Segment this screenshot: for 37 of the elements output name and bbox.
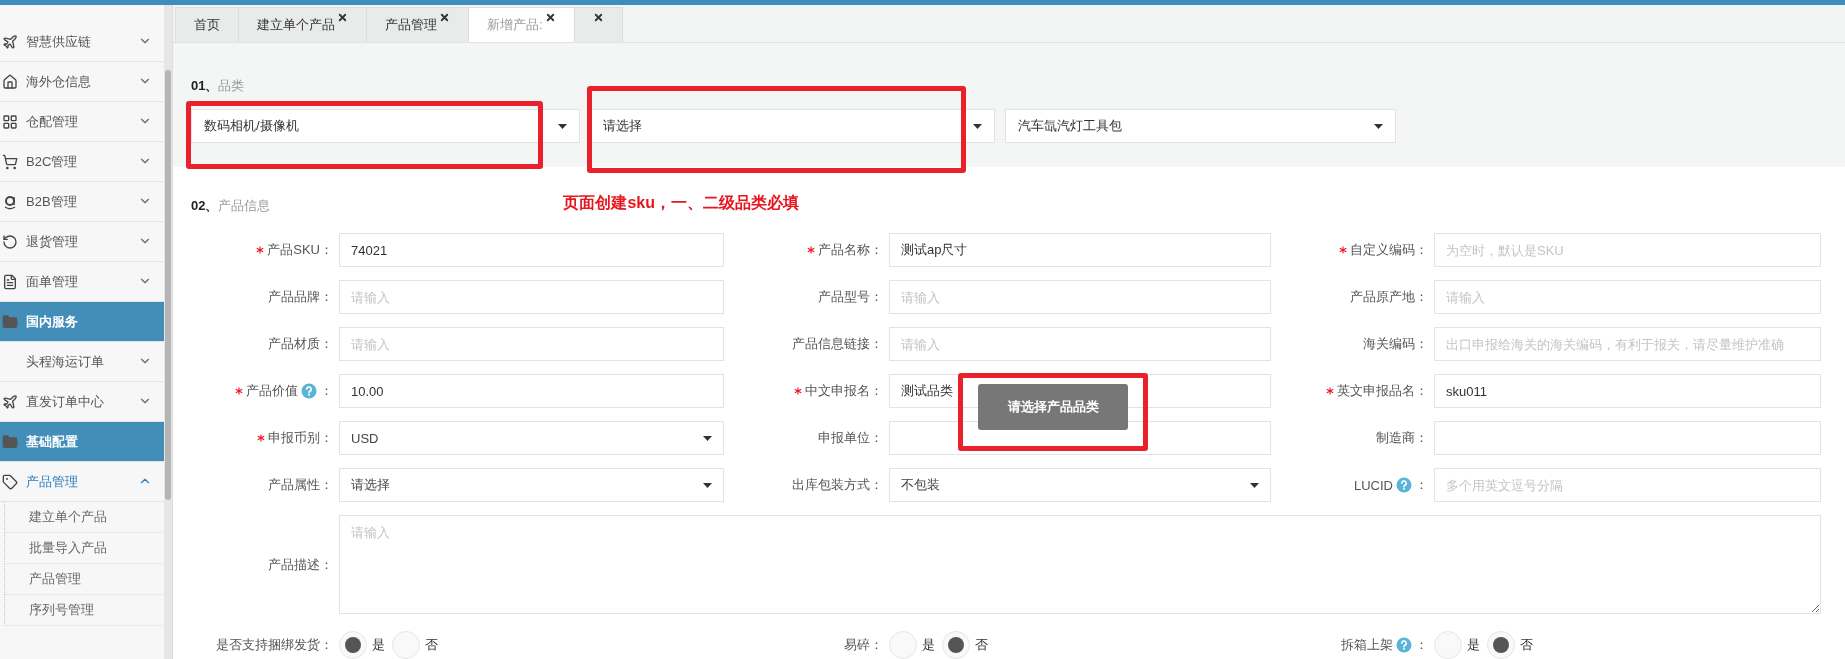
radio-label: 否 <box>1520 636 1533 654</box>
field-label: 申报币别： <box>268 429 333 447</box>
validation-toast: 请选择产品品类 <box>978 384 1128 430</box>
field-label: 海关编码： <box>1363 335 1428 353</box>
label-colon: ： <box>1415 476 1428 494</box>
field-label: 拆箱上架 <box>1341 636 1393 654</box>
field-label: 产品价值 <box>246 382 298 400</box>
annotation-note: 页面创建sku，一、二级品类必填 <box>563 192 800 213</box>
radio-label: 是 <box>1467 636 1480 654</box>
section-number: 02、 <box>191 197 219 215</box>
field-label: 自定义编码： <box>1350 241 1428 259</box>
field-label: 产品属性： <box>268 476 333 494</box>
radio-label: 是 <box>372 636 385 654</box>
field-label: 是否支持捆绑发货： <box>216 636 333 654</box>
label-colon: ： <box>1415 636 1428 654</box>
field-label: 产品型号： <box>818 288 883 306</box>
field-label: 产品原产地： <box>1350 288 1428 306</box>
field-label: LUCID <box>1354 477 1393 493</box>
radio-label: 否 <box>975 636 988 654</box>
section-title: 品类 <box>218 77 245 95</box>
section-title: 产品信息 <box>218 197 271 215</box>
field-label: 产品描述： <box>268 555 333 574</box>
field-label: 制造商： <box>1376 429 1428 447</box>
section-number: 01、 <box>191 77 219 95</box>
field-label: 出库包装方式： <box>792 476 883 494</box>
field-label: 申报单位： <box>818 429 883 447</box>
field-label: 产品SKU： <box>267 241 333 259</box>
field-label: 英文申报品名： <box>1337 382 1428 400</box>
label-colon: ： <box>320 382 333 400</box>
field-label: 易碎： <box>844 636 883 654</box>
field-label: 产品材质： <box>268 335 333 353</box>
field-label: 产品信息链接： <box>792 335 883 353</box>
radio-label: 否 <box>425 636 438 654</box>
field-label: 产品品牌： <box>268 288 333 306</box>
radio-label: 是 <box>922 636 935 654</box>
field-label: 产品名称： <box>818 241 883 259</box>
field-label: 中文申报名： <box>805 382 883 400</box>
